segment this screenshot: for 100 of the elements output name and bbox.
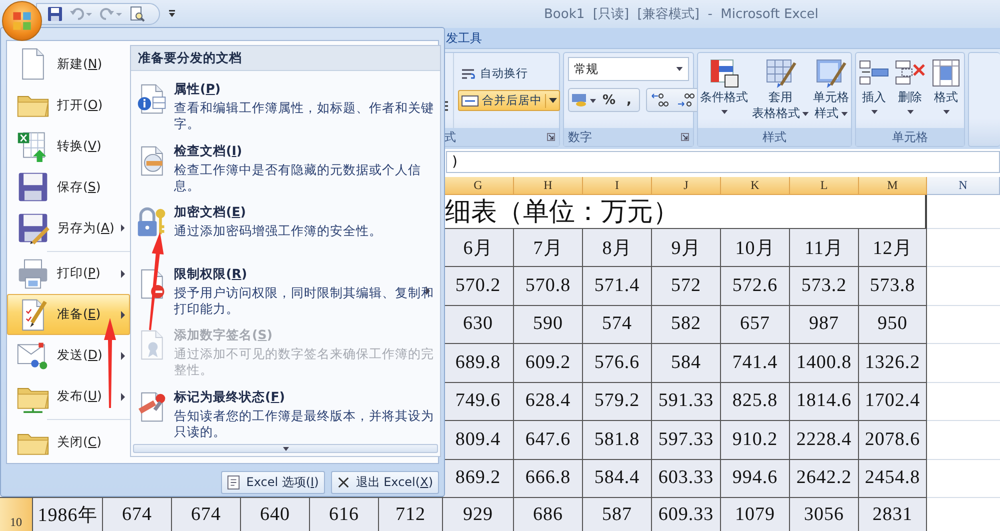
menu-item[interactable]: 新建(N) [7,44,130,85]
cells-button[interactable]: 删除 [892,57,928,128]
table-cell: 1079 [721,498,790,531]
submenu-item[interactable]: 加密文档(E) 通过添加密码增强工作簿的安全性。 [131,198,440,260]
column-header[interactable]: K [721,177,790,195]
menu-item[interactable]: 打印(P) [7,254,130,294]
customize-caret-icon[interactable] [168,10,176,18]
table-cell: 10月 [721,229,790,267]
wrap-text-button[interactable]: 自动换行 [458,63,560,84]
table-cell: 712 [379,498,443,531]
sheet-title-cell: 细表（单位：万元） [443,195,927,229]
cells-button[interactable]: 插入 [856,57,892,128]
row-header[interactable]: 10 [0,498,33,531]
table-cell: 674 [172,498,241,531]
floppy-pencil-icon [16,211,50,246]
save-icon[interactable] [47,6,63,22]
table-cell: 809.4 [443,421,514,460]
table-cell: 630 [443,306,514,344]
table-cell: 2831 [859,498,927,531]
table-cell: 597.33 [652,421,721,460]
menu-item[interactable]: 转换(V) [7,126,130,167]
percent-button[interactable]: % [599,89,619,111]
table-cell: 994.6 [721,460,790,498]
menu-footer-button[interactable]: Excel 选项(I) [221,471,325,494]
column-header[interactable]: J [652,177,721,195]
group-label: 式 [444,128,456,146]
decimal-icon [650,92,670,108]
menu-item[interactable]: 准备(E) [7,294,130,336]
table-cell: 584 [652,344,721,382]
ribbon-tab[interactable]: 发工具 [446,30,482,46]
table-cell: 572 [652,267,721,306]
merge-cells-icon [461,94,479,108]
table-cell: 570.2 [443,267,514,306]
cells-button[interactable]: 格式 [928,57,964,128]
table-cell: 9月 [652,229,721,267]
table-cell: 579.2 [583,382,652,421]
table-cell: 950 [859,306,927,344]
caret-icon [549,98,557,103]
document-info-icon [136,83,168,116]
table-cell: 573.2 [790,267,859,306]
table-cell: 6月 [443,229,514,267]
menu-item[interactable]: 保存(S) [7,166,130,208]
column-header[interactable]: I [583,177,652,195]
table-cell: 582 [652,306,721,344]
menu-footer-button[interactable]: 退出 Excel(X) [330,471,439,494]
table-cell: 8月 [583,229,652,267]
print-preview-icon[interactable] [129,6,145,22]
menu-item[interactable]: 发送(D) [7,335,130,376]
caret-icon [906,110,914,114]
dialog-launcher-icon[interactable] [681,133,689,141]
table-cell: 2454.8 [859,460,927,498]
table-cell: 640 [241,498,310,531]
table-cell: 587 [583,498,652,531]
column-header[interactable]: G [443,177,514,195]
close-icon [336,476,350,489]
table-cell: 574 [583,306,652,344]
column-header[interactable]: H [514,177,583,195]
submenu-item[interactable]: 检查文档(I) 检查工作簿中是否有隐藏的元数据或个人信息。 [131,136,440,198]
table-cell: 609.33 [652,498,721,531]
table-cell: 576.6 [583,344,652,382]
column-header[interactable]: L [790,177,859,195]
merge-center-button[interactable]: 合并后居中 [458,90,560,111]
cell-brush-icon [815,57,847,89]
menu-item[interactable]: 关闭(C) [7,422,130,464]
submenu-item[interactable]: 属性(P) 查看和编辑工作簿属性，如标题、作者和关键字。 [131,75,440,137]
table-cell: 609.2 [514,344,583,382]
column-header[interactable]: N [927,177,1000,195]
table-cell: 11月 [790,229,859,267]
number-format-dropdown[interactable]: 常规 [568,57,689,81]
formula-field[interactable]: ) [446,151,1000,173]
dialog-launcher-icon[interactable] [547,133,555,141]
table-cell: 749.6 [443,382,514,421]
table-cell: 910.2 [721,421,790,460]
comma-button[interactable]: , [619,89,639,111]
style-button[interactable]: 条件格式 [698,57,750,128]
document-stamp-icon [136,390,168,423]
table-cell: 591.33 [652,382,721,421]
money-icon [571,92,597,108]
table-cell: 1702.4 [859,382,927,421]
table-cell: 689.8 [443,344,514,382]
table-cell: 1400.8 [790,344,859,382]
decimal-icon [676,92,696,108]
group-label: 单元格 [892,128,928,146]
table-cell: 616 [310,498,379,531]
table-cell: 12月 [859,229,927,267]
submenu-item[interactable]: 标记为最终状态(F) 告知读者您的工作簿是最终版本，并将其设为只读的。 [131,382,440,444]
caret-icon [282,446,288,451]
format-cells-icon [930,57,962,89]
conditional-format-icon [708,57,740,89]
table-cell: 987 [790,306,859,344]
style-button[interactable]: 单元格 样式 [811,57,851,128]
table-cell: 741.4 [721,344,790,382]
column-header[interactable]: M [859,177,927,195]
table-cell: 657 [721,306,790,344]
style-button[interactable]: 套用 表格格式 [750,57,811,128]
menu-item[interactable]: 打开(O) [7,84,130,126]
caret-icon [676,67,683,71]
menu-item[interactable]: 另存为(A) [7,208,130,249]
padlock-key-icon [136,206,168,238]
table-cell: 686 [514,498,583,531]
